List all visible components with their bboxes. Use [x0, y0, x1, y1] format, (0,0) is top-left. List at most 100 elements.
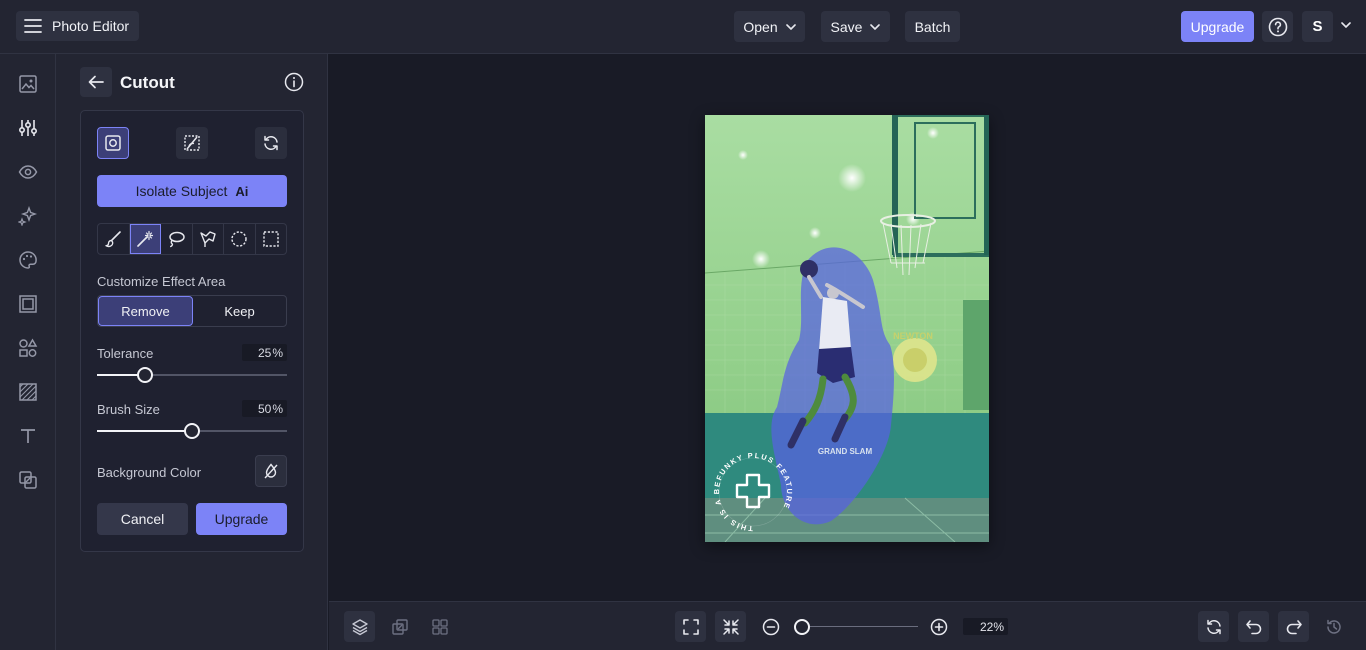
effect-area-toggle: Remove Keep [97, 295, 287, 327]
tolerance-slider[interactable] [97, 367, 287, 383]
selection-tools [97, 223, 287, 255]
banner-text: GRAND SLAM [818, 447, 873, 456]
save-label: Save [830, 18, 863, 35]
upgrade-top-button[interactable]: Upgrade [1181, 11, 1254, 42]
open-button[interactable]: Open [734, 11, 805, 42]
ai-badge: Ai [235, 183, 249, 199]
help-button[interactable] [1262, 11, 1293, 42]
compare-icon [391, 618, 409, 636]
background-color-swatch[interactable] [255, 455, 287, 487]
cutout-mode-erase-bg-button[interactable] [176, 127, 208, 159]
lasso-icon [167, 230, 185, 248]
brush-size-value-input[interactable]: 50% [242, 400, 287, 417]
fit-screen-button[interactable] [675, 611, 706, 642]
refresh-icon [1205, 618, 1223, 636]
chevron-down-icon [785, 23, 796, 30]
background-color-label: Background Color [97, 465, 202, 480]
remove-option[interactable]: Remove [98, 296, 193, 326]
top-bar: Photo Editor Open Save Batch Upgrade S [0, 0, 1366, 54]
polygon-lasso-icon [199, 230, 217, 248]
rail-texture-icon[interactable] [15, 379, 41, 405]
tolerance-value: 25 [257, 345, 272, 360]
rail-palette-icon[interactable] [15, 247, 41, 273]
erase-background-icon [183, 134, 201, 152]
main-menu-button[interactable]: Photo Editor [16, 11, 140, 41]
isolate-subject-button[interactable]: Isolate Subject Ai [97, 175, 287, 207]
slider-fill [97, 430, 192, 432]
zoom-slider[interactable] [794, 619, 918, 635]
slider-knob[interactable] [136, 367, 153, 383]
info-icon[interactable] [284, 72, 304, 92]
avatar[interactable]: S [1302, 11, 1333, 42]
brush-size-label: Brush Size [97, 402, 160, 417]
bottom-bar: 22% [329, 601, 1366, 650]
effect-area-label: Customize Effect Area [97, 274, 226, 289]
undo-icon [1245, 618, 1263, 636]
save-button[interactable]: Save [821, 11, 890, 42]
grid-view-button[interactable] [424, 611, 455, 642]
isolate-subject-label: Isolate Subject [135, 183, 228, 199]
zoom-slider-track [794, 626, 918, 627]
upgrade-button[interactable]: Upgrade [196, 503, 287, 535]
history-icon [1325, 618, 1343, 636]
magic-wand-tool[interactable] [129, 224, 161, 254]
rail-overlay-icon[interactable] [15, 467, 41, 493]
zoom-slider-knob[interactable] [794, 619, 810, 635]
account-chevron-down-icon[interactable] [1341, 22, 1351, 28]
polygon-lasso-tool[interactable] [193, 224, 224, 254]
avatar-letter: S [1312, 18, 1323, 35]
slider-knob[interactable] [184, 423, 200, 439]
rect-select-tool[interactable] [256, 224, 287, 254]
rail-sparkle-effects-icon[interactable] [15, 203, 41, 229]
no-color-icon [262, 462, 280, 480]
actual-size-button[interactable] [715, 611, 746, 642]
keep-option[interactable]: Keep [193, 296, 286, 326]
layers-button[interactable] [344, 611, 375, 642]
collapse-icon [722, 618, 740, 636]
rotate-button[interactable] [1198, 611, 1229, 642]
percent-sign: % [272, 401, 283, 416]
expand-icon [682, 618, 700, 636]
photo-canvas[interactable]: NEWTON GRAND SLAM THIS IS A BEFUNKY PLUS… [705, 115, 989, 542]
zoom-out-icon[interactable] [762, 618, 780, 636]
percent-sign: % [993, 619, 1004, 634]
panel-title: Cutout [120, 73, 175, 92]
rail-adjust-sliders-icon[interactable] [15, 115, 41, 141]
ellipse-select-tool[interactable] [224, 224, 256, 254]
rail-image-icon[interactable] [15, 71, 41, 97]
magic-wand-icon [136, 230, 154, 248]
layers-icon [351, 618, 369, 636]
rail-shapes-icon[interactable] [15, 335, 41, 361]
brush-size-slider[interactable] [97, 423, 287, 439]
ellipse-select-icon [230, 230, 248, 248]
refresh-icon [262, 134, 280, 152]
open-label: Open [743, 18, 778, 35]
rail-frame-icon[interactable] [15, 291, 41, 317]
rail-eye-icon[interactable] [15, 159, 41, 185]
rail-text-icon[interactable] [15, 423, 41, 449]
square-cutout-icon [104, 134, 122, 152]
tolerance-value-input[interactable]: 25% [242, 344, 287, 361]
cutout-mode-subject-button[interactable] [97, 127, 129, 159]
brush-icon [104, 230, 122, 248]
tool-rail [0, 54, 56, 650]
brush-size-value: 50 [257, 401, 272, 416]
redo-button[interactable] [1278, 611, 1309, 642]
grid-icon [431, 618, 449, 636]
brush-tool[interactable] [98, 224, 130, 254]
back-button[interactable] [80, 67, 112, 97]
reset-button[interactable] [255, 127, 287, 159]
history-button[interactable] [1318, 611, 1349, 642]
redo-icon [1285, 618, 1303, 636]
zoom-value-input[interactable]: 22% [963, 618, 1008, 635]
undo-button[interactable] [1238, 611, 1269, 642]
basketball-photo: NEWTON GRAND SLAM THIS IS A BEFUNKY PLUS… [705, 115, 989, 542]
tolerance-label: Tolerance [97, 346, 154, 361]
help-icon [1268, 17, 1288, 37]
lasso-tool[interactable] [161, 224, 193, 254]
compare-button[interactable] [384, 611, 415, 642]
batch-button[interactable]: Batch [905, 11, 960, 42]
zoom-in-icon[interactable] [930, 618, 948, 636]
cancel-button[interactable]: Cancel [97, 503, 188, 535]
batch-label: Batch [914, 18, 951, 35]
